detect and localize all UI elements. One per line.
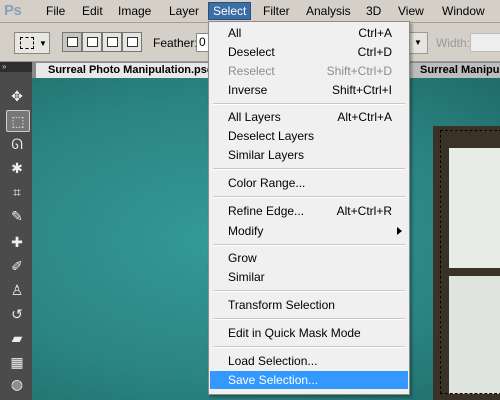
menu-item-similar[interactable]: Similar — [210, 268, 408, 286]
width-input[interactable] — [470, 33, 500, 52]
menu-3d[interactable]: 3D — [362, 3, 385, 19]
menu-separator — [213, 290, 405, 292]
menu-separator — [213, 196, 405, 198]
tab-surreal-photo-manipulation[interactable]: Surreal Photo Manipulation.psd — [36, 63, 216, 78]
subtract-from-selection-button[interactable] — [102, 32, 122, 52]
rectangular-marquee-icon — [20, 37, 34, 49]
style-dropdown-arrow[interactable]: ▼ — [408, 32, 428, 54]
gradient-tool-icon[interactable]: ▦ — [6, 352, 28, 372]
menu-item-inverse[interactable]: Inverse Shift+Ctrl+I — [210, 81, 408, 99]
menu-item-similar-layers[interactable]: Similar Layers — [210, 146, 408, 164]
history-brush-tool-icon[interactable]: ↺ — [6, 304, 28, 324]
menu-filter[interactable]: Filter — [259, 3, 294, 19]
menu-item-save-selection[interactable]: Save Selection... — [210, 371, 408, 389]
add-to-selection-button[interactable] — [82, 32, 102, 52]
menu-item-color-range[interactable]: Color Range... — [210, 174, 408, 192]
marquee-tool-icon[interactable]: ⬚ — [6, 110, 30, 132]
tools-panel-collapse[interactable]: » — [0, 62, 34, 72]
submenu-arrow-icon — [397, 227, 402, 235]
move-tool-icon[interactable]: ✥ — [6, 86, 28, 106]
menu-item-grow[interactable]: Grow — [210, 249, 408, 267]
menu-select[interactable]: Select — [208, 2, 252, 20]
magic-wand-tool-icon[interactable]: ✱ — [6, 158, 28, 178]
menu-item-refine-edge[interactable]: Refine Edge... Alt+Ctrl+R — [210, 202, 408, 220]
menu-item-transform-selection[interactable]: Transform Selection — [210, 296, 408, 314]
menu-separator — [213, 346, 405, 348]
menu-item-load-selection[interactable]: Load Selection... — [210, 352, 408, 370]
menu-item-all-layers[interactable]: All Layers Alt+Ctrl+A — [210, 108, 408, 126]
new-selection-button[interactable] — [62, 32, 82, 52]
chevron-down-icon: ▼ — [39, 39, 47, 48]
menu-item-reselect: Reselect Shift+Ctrl+D — [228, 64, 392, 78]
lasso-tool-icon[interactable]: ᘏ — [6, 134, 28, 154]
clone-stamp-tool-icon[interactable]: ♙ — [6, 280, 28, 300]
crop-tool-icon[interactable]: ⌗ — [6, 182, 28, 202]
menu-separator — [213, 103, 405, 105]
brush-tool-icon[interactable]: ✐ — [6, 256, 28, 276]
menu-view[interactable]: View — [394, 3, 428, 19]
select-menu-dropdown: All Ctrl+A Deselect Ctrl+D Reselect Shift+C… — [208, 21, 410, 395]
menu-separator — [213, 244, 405, 246]
menu-item-modify[interactable]: Modify — [210, 222, 408, 240]
menu-edit[interactable]: Edit — [78, 3, 107, 19]
intersect-selection-button[interactable] — [122, 32, 142, 52]
tools-panel: » ✥ ⬚ ᘏ ✱ ⌗ ✎ ✚ ✐ ♙ ↺ ▰ ▦ ◍ — [0, 62, 34, 400]
menu-item-deselect-layers[interactable]: Deselect Layers — [210, 127, 408, 145]
marching-ants-selection — [440, 130, 500, 394]
menu-item-quick-mask-mode[interactable]: Edit in Quick Mask Mode — [210, 324, 408, 342]
menu-analysis[interactable]: Analysis — [302, 3, 355, 19]
menu-item-deselect[interactable]: Deselect Ctrl+D — [210, 43, 408, 61]
selection-mode-buttons — [62, 32, 142, 52]
menu-item-all[interactable]: All Ctrl+A — [210, 24, 408, 42]
photoshop-logo: Ps — [4, 2, 22, 19]
tab-surreal-manipulation-2[interactable]: Surreal Manipul — [408, 63, 500, 78]
menu-bar: Ps File Edit Image Layer Select Filter A… — [0, 0, 500, 23]
menu-layer[interactable]: Layer — [165, 3, 203, 19]
menu-separator — [213, 318, 405, 320]
menu-separator — [213, 168, 405, 170]
menu-window[interactable]: Window — [438, 3, 489, 19]
blur-tool-icon[interactable]: ◍ — [6, 374, 28, 394]
width-label: Width: — [436, 36, 471, 50]
menu-image[interactable]: Image — [114, 3, 155, 19]
menu-file[interactable]: File — [42, 3, 69, 19]
feather-label: Feather: — [153, 36, 198, 50]
eraser-tool-icon[interactable]: ▰ — [6, 328, 28, 348]
healing-brush-tool-icon[interactable]: ✚ — [6, 232, 28, 252]
eyedropper-tool-icon[interactable]: ✎ — [6, 206, 28, 226]
tool-preset-picker[interactable]: ▼ — [14, 32, 50, 54]
